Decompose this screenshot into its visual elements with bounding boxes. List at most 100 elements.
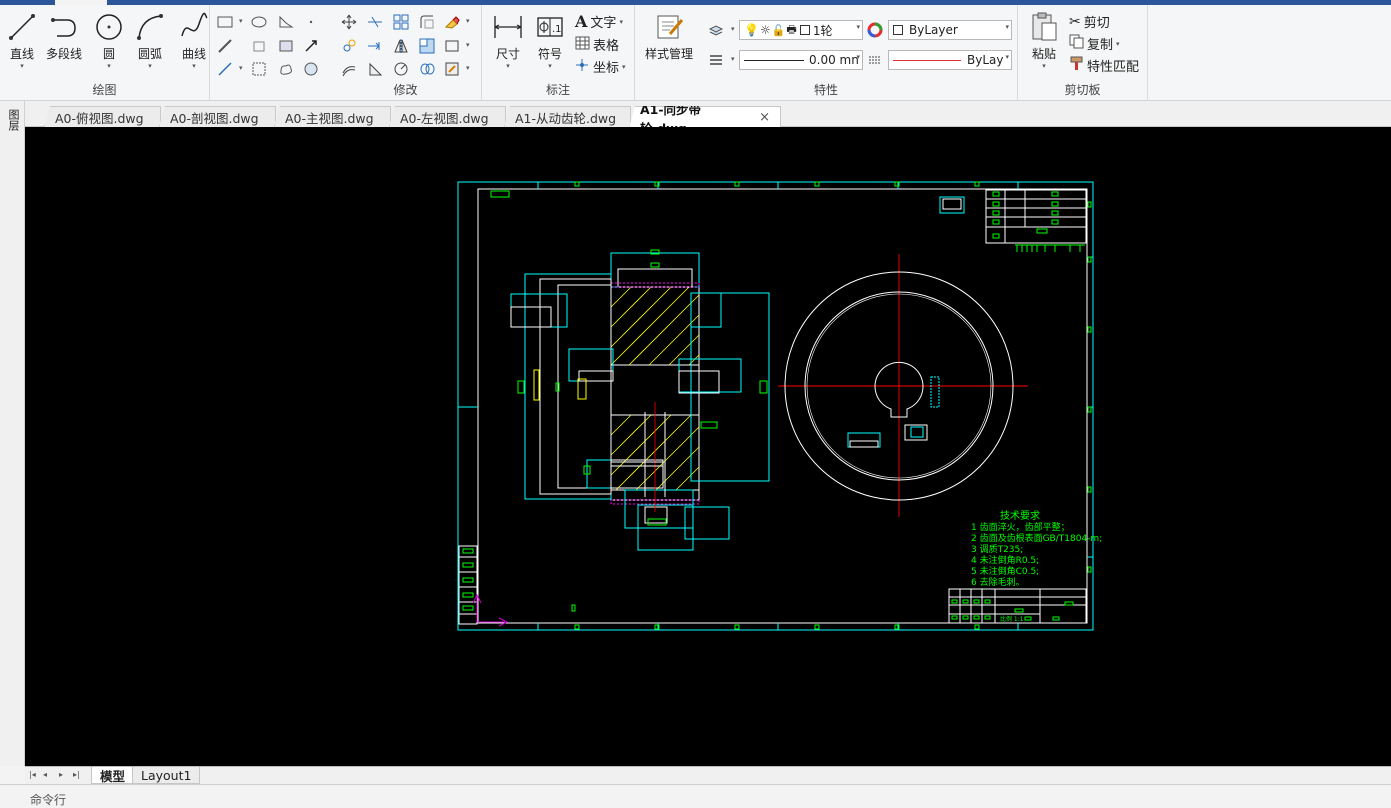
- array-icon[interactable]: [392, 13, 410, 31]
- dimension-button[interactable]: 尺寸 ▾: [492, 11, 524, 70]
- chevron-down-icon[interactable]: ▾: [239, 17, 243, 25]
- color-dropdown[interactable]: ByLayer ▾: [888, 20, 1012, 40]
- chevron-down-icon[interactable]: ▾: [148, 62, 152, 70]
- mirror-icon[interactable]: [392, 37, 410, 55]
- layer-manager-icon[interactable]: [707, 21, 725, 39]
- ribbon: 直线 ▾ 多段线 圆 ▾ 圆弧 ▾ 曲线 ▾ 绘图 ▾ ▾ 修改 ▾ ▾ ▾ 尺…: [0, 5, 1391, 101]
- linetype-icon[interactable]: [866, 51, 884, 69]
- lineweight-icon[interactable]: [707, 51, 725, 69]
- copy-object-icon[interactable]: [340, 37, 358, 55]
- paste-button[interactable]: 粘贴 ▾: [1028, 11, 1060, 70]
- rectangle-icon[interactable]: [216, 13, 234, 31]
- cut-button[interactable]: ✂ 剪切: [1069, 12, 1110, 32]
- chevron-down-icon[interactable]: ▾: [1042, 62, 1046, 70]
- text-button[interactable]: A 文字 ▾: [575, 12, 623, 31]
- table-button[interactable]: 表格: [575, 35, 619, 54]
- region-icon[interactable]: [250, 37, 268, 55]
- chevron-down-icon[interactable]: ▾: [466, 64, 470, 72]
- layout-tab-layout1[interactable]: Layout1: [132, 767, 201, 784]
- svg-text:.1: .1: [552, 24, 562, 35]
- chevron-down-icon[interactable]: ▾: [622, 63, 626, 71]
- printer-icon: 🖶: [786, 22, 797, 36]
- chevron-down-icon[interactable]: ▾: [239, 64, 243, 72]
- boundary-icon[interactable]: [277, 37, 295, 55]
- ray-icon[interactable]: [216, 60, 234, 78]
- wipeout-icon[interactable]: [302, 60, 320, 78]
- first-layout-icon[interactable]: |◂: [29, 770, 36, 779]
- command-line[interactable]: 命令行: [0, 784, 1391, 807]
- arc-icon: [134, 11, 166, 43]
- lineweight-dropdown[interactable]: 0.00 mn ▾: [739, 50, 863, 70]
- arc-button[interactable]: 圆弧 ▾: [134, 11, 166, 70]
- layer-dropdown[interactable]: 💡 ☼ 🔓 🖶 1轮 ▾: [739, 20, 863, 40]
- trim-icon[interactable]: [366, 13, 384, 31]
- line-button[interactable]: 直线 ▾: [6, 11, 38, 70]
- close-icon[interactable]: ×: [759, 110, 770, 125]
- chevron-down-icon[interactable]: ▾: [20, 62, 24, 70]
- ellipse-icon[interactable]: [250, 13, 268, 31]
- color-wheel-icon[interactable]: [866, 21, 884, 39]
- chevron-down-icon: ▾: [1005, 23, 1009, 31]
- rotate-icon[interactable]: [392, 60, 410, 78]
- chevron-down-icon[interactable]: ▾: [466, 41, 470, 49]
- file-tab[interactable]: A0-剖视图.dwg: [159, 106, 276, 127]
- front-view: [778, 254, 1028, 517]
- chevron-down-icon: ▾: [856, 53, 860, 61]
- chevron-down-icon[interactable]: ▾: [506, 62, 510, 70]
- layout-tab-model[interactable]: 模型: [91, 767, 135, 784]
- construction-line-icon[interactable]: [216, 37, 234, 55]
- symbol-button[interactable]: .1 符号 ▾: [534, 11, 566, 70]
- revcloud-icon[interactable]: [277, 60, 295, 78]
- circle-label: 圆: [102, 47, 115, 61]
- chevron-down-icon[interactable]: ▾: [731, 25, 735, 33]
- hatch-icon[interactable]: [250, 60, 268, 78]
- last-layout-icon[interactable]: ▸|: [73, 770, 80, 779]
- style-manager-button[interactable]: 样式管理: [645, 11, 693, 62]
- chevron-down-icon[interactable]: ▾: [1116, 40, 1120, 48]
- match-properties-button[interactable]: 特性匹配: [1069, 56, 1139, 75]
- circle-button[interactable]: 圆 ▾: [93, 11, 125, 70]
- dimension-icon: [492, 11, 524, 43]
- file-tab-active[interactable]: A1-同步带轮.dwg ×: [629, 106, 781, 128]
- chevron-down-icon[interactable]: ▾: [619, 18, 623, 26]
- offset-icon[interactable]: [340, 60, 358, 78]
- insert-block-icon[interactable]: [302, 37, 320, 55]
- color-swatch: [893, 25, 903, 35]
- scale-icon[interactable]: [366, 60, 384, 78]
- draw-panel-title: 绘图: [92, 83, 117, 97]
- copy-button[interactable]: 复制 ▾: [1069, 34, 1120, 53]
- table-icon: [575, 36, 590, 54]
- file-tab[interactable]: A0-俯视图.dwg: [44, 106, 161, 127]
- file-tab[interactable]: A0-左视图.dwg: [389, 106, 506, 127]
- chevron-down-icon[interactable]: ▾: [107, 62, 111, 70]
- hatch-upper: [610, 286, 700, 366]
- fillet-icon[interactable]: [418, 13, 436, 31]
- polygon-icon[interactable]: [277, 13, 295, 31]
- move-icon[interactable]: [340, 13, 358, 31]
- drawing-canvas[interactable]: 技术要求 1 齿面淬火，齿部平整； 2 齿面及齿根表面GB/T1804-m; 3…: [25, 127, 1391, 766]
- note-line: 6 去除毛刺。: [971, 576, 1025, 588]
- chevron-down-icon[interactable]: ▾: [548, 62, 552, 70]
- extend-icon[interactable]: [366, 37, 384, 55]
- explode-icon[interactable]: [418, 37, 436, 55]
- properties-edit-icon[interactable]: [443, 60, 461, 78]
- next-layout-icon[interactable]: ▸: [59, 770, 63, 779]
- layer-panel-toggle[interactable]: 图层: [3, 109, 21, 131]
- erase-icon[interactable]: [443, 13, 461, 31]
- spline-button[interactable]: 曲线 ▾: [178, 11, 210, 70]
- chevron-down-icon[interactable]: ▾: [466, 17, 470, 25]
- clipboard-panel-title: 剪切板: [1064, 83, 1101, 97]
- point-icon[interactable]: [302, 13, 320, 31]
- file-tab[interactable]: A0-主视图.dwg: [274, 106, 391, 127]
- polyline-button[interactable]: 多段线: [46, 11, 82, 62]
- file-tab[interactable]: A1-从动齿轮.dwg: [504, 106, 631, 127]
- join-icon[interactable]: [418, 60, 436, 78]
- stretch-icon[interactable]: [443, 37, 461, 55]
- scissors-icon: ✂: [1069, 13, 1081, 30]
- linetype-dropdown[interactable]: ByLay ▾: [888, 50, 1012, 70]
- coordinate-button[interactable]: 坐标 ▾: [575, 57, 626, 76]
- chevron-down-icon[interactable]: ▾: [731, 55, 735, 63]
- chevron-down-icon[interactable]: ▾: [192, 62, 196, 70]
- prev-layout-icon[interactable]: ◂: [43, 770, 47, 779]
- copy-label: 复制: [1087, 38, 1114, 53]
